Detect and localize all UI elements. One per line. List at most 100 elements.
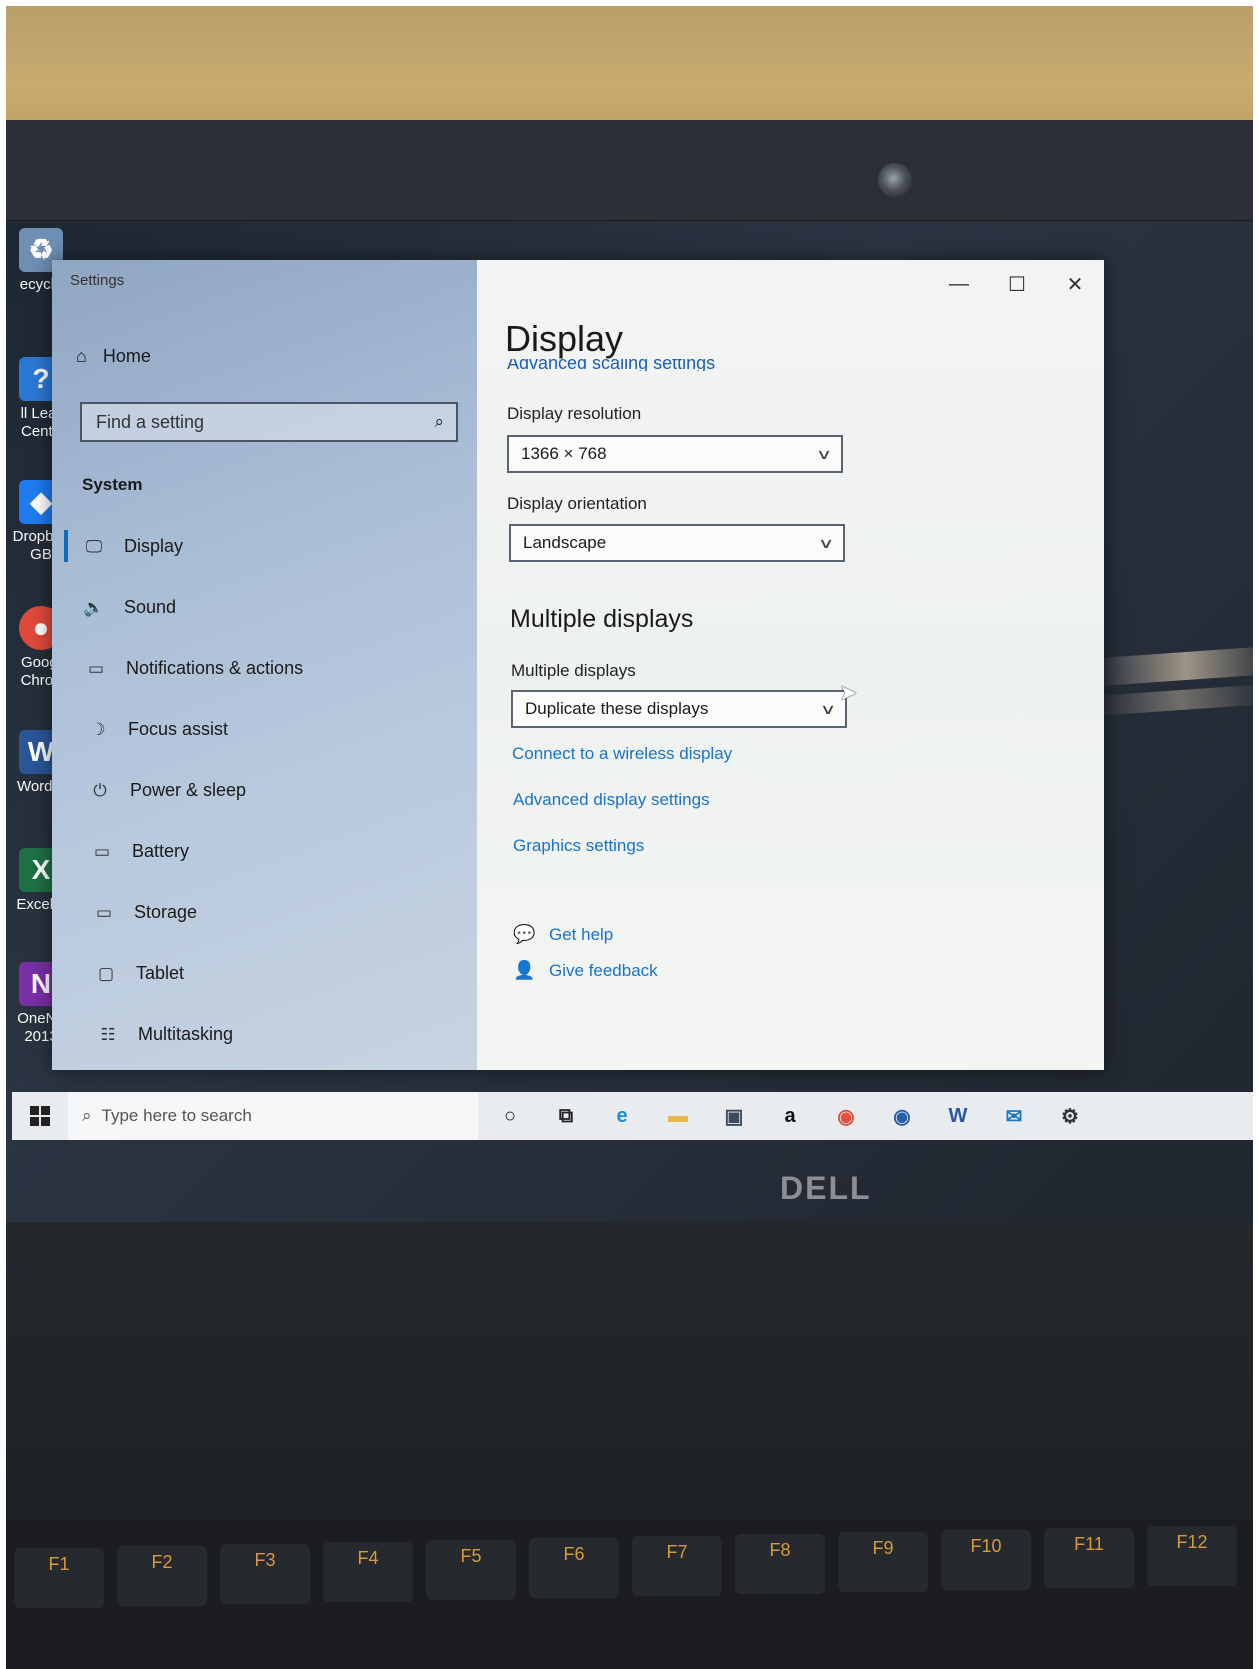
mouse-cursor-icon: ➤	[839, 680, 858, 705]
key-f3: F3	[220, 1544, 310, 1604]
search-icon: ⌕	[82, 1106, 92, 1125]
sidebar-item-label: Battery	[132, 841, 190, 861]
glare	[1095, 645, 1253, 687]
display-orientation-label: Display orientation	[507, 494, 647, 513]
display-orientation-dropdown[interactable]: Landscape ∨	[509, 524, 845, 562]
connect-wireless-display-link[interactable]: Connect to a wireless display	[512, 744, 732, 764]
key-f5: F5	[426, 1540, 516, 1600]
display-resolution-dropdown[interactable]: 1366 × 768 ∨	[507, 435, 843, 473]
feedback-icon: 👤	[513, 960, 536, 980]
chrome-icon[interactable]: ◉	[826, 1096, 866, 1136]
taskbar-search-placeholder: Type here to search	[101, 1106, 252, 1125]
multiple-displays-dropdown[interactable]: Duplicate these displays ∨	[511, 690, 847, 728]
sidebar-item-label: Storage	[134, 902, 198, 922]
minimize-button[interactable]: —	[930, 260, 988, 308]
get-help-label: Get help	[549, 924, 614, 944]
key-f4: F4	[323, 1542, 413, 1602]
task-view-icon[interactable]: ⧉	[546, 1096, 586, 1136]
taskbar-search[interactable]: ⌕ Type here to search	[68, 1092, 478, 1140]
dell-logo: DELL	[780, 1170, 872, 1206]
close-button[interactable]: ✕	[1046, 260, 1104, 308]
sidebar-item-multitasking[interactable]: ☷ Multitasking	[52, 1004, 477, 1065]
mail-icon[interactable]: ✉	[994, 1096, 1034, 1136]
home-label: Home	[102, 346, 151, 366]
sidebar-item-tablet[interactable]: ▢ Tablet	[52, 943, 477, 1004]
settings-content: — ☐ ✕ Display Advanced scaling settings …	[477, 260, 1104, 1070]
power-icon: ⏻	[93, 780, 107, 800]
section-title-system: System	[82, 475, 143, 494]
graphics-settings-link[interactable]: Graphics settings	[513, 836, 644, 856]
find-setting-input[interactable]	[94, 410, 398, 434]
maximize-button[interactable]: ☐	[988, 260, 1046, 308]
key-f7: F7	[632, 1536, 722, 1596]
key-f2: F2	[117, 1546, 207, 1606]
store-icon[interactable]: ▣	[714, 1096, 754, 1136]
edge-icon[interactable]: e	[602, 1096, 642, 1136]
multiple-displays-label: Multiple displays	[511, 661, 636, 680]
page-title: Display	[505, 318, 624, 359]
key-f10: F10	[941, 1530, 1031, 1590]
storage-icon: ▭	[95, 902, 113, 922]
wall-background	[6, 6, 1253, 136]
sidebar-item-label: Notifications & actions	[126, 658, 304, 678]
sidebar-item-display[interactable]: 🖵 Display	[52, 516, 477, 577]
window-title: Settings	[70, 272, 125, 289]
sidebar-item-sound[interactable]: 🔈 Sound	[52, 577, 477, 638]
multiple-displays-heading: Multiple displays	[510, 605, 694, 633]
sidebar-item-label: Tablet	[136, 963, 185, 983]
chevron-down-icon: ∨	[819, 700, 837, 717]
tablet-icon: ▢	[97, 963, 115, 983]
key-f12: F12	[1147, 1526, 1237, 1586]
home-icon: ⌂	[76, 346, 87, 366]
file-explorer-icon[interactable]: ▬	[658, 1096, 698, 1136]
bezel-top	[6, 120, 1253, 221]
start-button[interactable]	[12, 1092, 68, 1140]
search-icon[interactable]: ⌕	[434, 412, 444, 432]
word-icon[interactable]: W	[938, 1096, 978, 1136]
settings-window: Settings ⌂ Home ⌕ System 🖵 Display 🔈 Sou…	[52, 260, 1104, 1070]
find-setting-search[interactable]: ⌕	[80, 402, 458, 442]
window-controls: — ☐ ✕	[930, 260, 1104, 308]
key-f11: F11	[1044, 1528, 1134, 1588]
sidebar-item-label: Power & sleep	[130, 780, 247, 800]
chevron-down-icon: ∨	[817, 534, 835, 551]
amazon-icon[interactable]: a	[770, 1096, 810, 1136]
system-nav-list: 🖵 Display 🔈 Sound ▭ Notifications & acti…	[52, 516, 477, 1065]
dropdown-value: Duplicate these displays	[525, 699, 709, 718]
home-nav-item[interactable]: ⌂ Home	[76, 346, 151, 367]
screen: ♻ ecycle ? ll Lear Cente ◆ Dropbox GB ● …	[6, 222, 1253, 1222]
key-f6: F6	[529, 1538, 619, 1598]
glare	[1095, 684, 1253, 716]
give-feedback-link[interactable]: 👤 Give feedback	[513, 960, 658, 981]
taskbar: ⌕ Type here to search ○ ⧉ e ▬ ▣ a ◉ ◉ W ✉ ⚙	[12, 1092, 1253, 1140]
sidebar-item-notifications[interactable]: ▭ Notifications & actions	[52, 638, 477, 699]
dropdown-value: 1366 × 768	[521, 444, 607, 463]
taskbar-apps: ○ ⧉ e ▬ ▣ a ◉ ◉ W ✉ ⚙	[490, 1096, 1090, 1136]
advanced-scaling-link[interactable]: Advanced scaling settings	[507, 359, 767, 371]
sidebar-item-storage[interactable]: ▭ Storage	[52, 882, 477, 943]
sidebar-item-label: Multitasking	[138, 1024, 234, 1044]
sidebar-item-battery[interactable]: ▭ Battery	[52, 821, 477, 882]
get-help-link[interactable]: 💬 Get help	[513, 924, 613, 945]
sidebar-item-focus-assist[interactable]: ☽ Focus assist	[52, 699, 477, 760]
webcam	[878, 163, 912, 197]
help-chat-icon: 💬	[513, 924, 536, 944]
sidebar-item-label: Display	[124, 536, 184, 556]
give-feedback-label: Give feedback	[549, 960, 658, 980]
sidebar-item-power-sleep[interactable]: ⏻ Power & sleep	[52, 760, 477, 821]
chevron-down-icon: ∨	[815, 445, 833, 462]
settings-icon[interactable]: ⚙	[1050, 1096, 1090, 1136]
cortana-icon[interactable]: ○	[490, 1096, 530, 1136]
key-f1: F1	[14, 1548, 104, 1608]
monitor-icon: 🖵	[85, 536, 103, 556]
key-f8: F8	[735, 1534, 825, 1594]
dropdown-value: Landscape	[523, 533, 607, 552]
speaker-icon: 🔈	[83, 597, 105, 617]
advanced-display-settings-link[interactable]: Advanced display settings	[513, 790, 710, 810]
key-f9: F9	[838, 1532, 928, 1592]
sidebar-item-label: Focus assist	[128, 719, 229, 739]
media-icon[interactable]: ◉	[882, 1096, 922, 1136]
battery-icon: ▭	[93, 841, 111, 861]
display-resolution-label: Display resolution	[507, 404, 642, 423]
keyboard-function-row: F1 F2 F3 F4 F5 F6 F7 F8 F9 F10 F11 F12	[6, 1520, 1253, 1669]
